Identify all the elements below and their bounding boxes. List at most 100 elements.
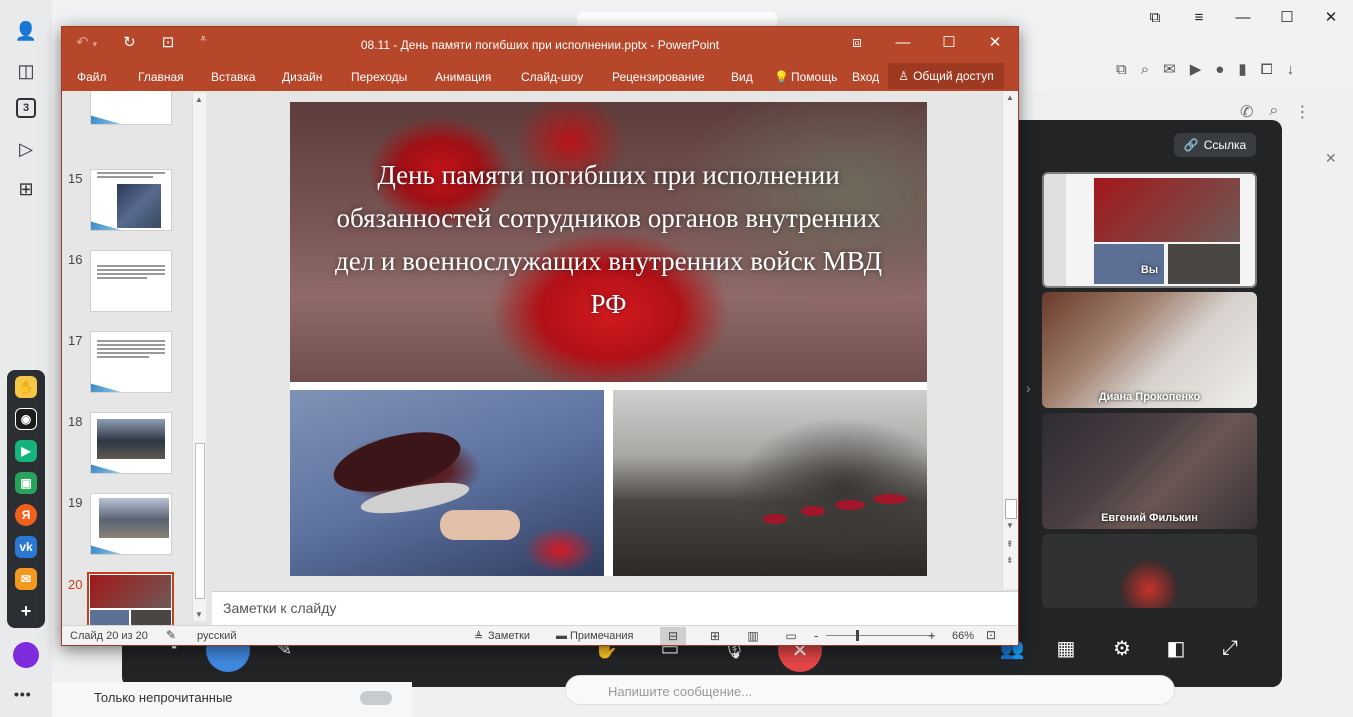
ribbon-display-icon[interactable]: ⧈ bbox=[834, 27, 880, 61]
minimize-button[interactable]: — bbox=[880, 27, 926, 61]
notes-toggle-button[interactable]: Заметки bbox=[488, 630, 530, 642]
tab-design[interactable]: Дизайн bbox=[282, 70, 322, 84]
slide-thumbnail-row[interactable]: 17 bbox=[62, 331, 210, 399]
language-indicator[interactable]: русский bbox=[197, 630, 236, 642]
participant-tile-evgeny[interactable]: Евгений Филькин bbox=[1042, 413, 1257, 529]
tab-file[interactable]: Файл bbox=[77, 70, 107, 84]
tab-insert[interactable]: Вставка bbox=[211, 70, 256, 84]
search-icon[interactable]: ⌕ bbox=[1141, 61, 1149, 78]
slide-scroll-thumb[interactable] bbox=[1005, 499, 1017, 519]
scroll-down-icon[interactable]: ▼ bbox=[195, 610, 203, 619]
zoom-level[interactable]: 66% bbox=[952, 630, 974, 642]
participant-tile-you[interactable]: Вы bbox=[1042, 172, 1257, 288]
thumbnails-scrollbar[interactable]: ▲ ▼ bbox=[192, 93, 206, 621]
sign-in-link[interactable]: Вход bbox=[852, 70, 879, 84]
tab-home[interactable]: Главная bbox=[138, 70, 184, 84]
participant-tile-diana[interactable]: Диана Прокопенко bbox=[1042, 292, 1257, 408]
slideshow-view-icon[interactable]: ▭ bbox=[778, 627, 804, 645]
participant-tile-avatar[interactable] bbox=[1042, 534, 1257, 608]
reading-view-icon[interactable]: ▥ bbox=[740, 627, 766, 645]
maximize-button[interactable]: ☐ bbox=[1265, 4, 1309, 32]
microphone-icon[interactable]: ● bbox=[1215, 61, 1224, 78]
comments-button[interactable]: Примечания bbox=[570, 630, 634, 642]
camera-icon[interactable]: ◫ bbox=[13, 58, 39, 84]
message-input[interactable]: Напишите сообщение... bbox=[565, 675, 1175, 705]
video-icon[interactable]: ▶ bbox=[1190, 60, 1202, 78]
tab-help[interactable]: Помощь bbox=[791, 70, 839, 84]
notes-app-icon[interactable]: ✋ bbox=[15, 376, 37, 398]
alice-assistant-icon[interactable] bbox=[13, 642, 39, 668]
more-icon[interactable]: ⋮ bbox=[1294, 102, 1310, 122]
tab-transitions[interactable]: Переходы bbox=[351, 70, 407, 84]
chevron-right-icon[interactable]: › bbox=[1026, 380, 1031, 396]
slide-thumbnail[interactable] bbox=[90, 169, 172, 231]
slide-thumbnail-row[interactable]: 16 bbox=[62, 250, 210, 318]
unread-filter-toggle[interactable] bbox=[360, 691, 392, 705]
slide-thumbnail-row[interactable]: 15 bbox=[62, 169, 210, 237]
person-icon[interactable]: 👤 bbox=[13, 18, 39, 44]
tab-slideshow[interactable]: Слайд-шоу bbox=[521, 70, 583, 84]
play-icon[interactable]: ▷ bbox=[13, 136, 39, 162]
slide-sorter-icon[interactable]: ⊞ bbox=[702, 627, 728, 645]
thumbnails-scroll-thumb[interactable] bbox=[195, 443, 205, 599]
alice-app-icon[interactable]: ◉ bbox=[15, 408, 37, 430]
gallery-icon[interactable]: ▣ bbox=[15, 472, 37, 494]
slide-thumbnail-row[interactable] bbox=[62, 91, 210, 131]
vk-icon[interactable]: vk bbox=[15, 536, 37, 558]
notifications-icon[interactable]: ✉ bbox=[1163, 60, 1176, 78]
slide-thumbnail[interactable] bbox=[90, 331, 172, 393]
tab-animations[interactable]: Анимация bbox=[435, 70, 491, 84]
slide-title[interactable]: День памяти погибших при исполнении обяз… bbox=[330, 154, 887, 326]
maximize-button[interactable]: ☐ bbox=[926, 27, 972, 61]
zoom-in-button[interactable]: + bbox=[928, 628, 936, 643]
slide-thumbnail-active[interactable] bbox=[87, 572, 174, 625]
collections-icon[interactable]: ⧠ bbox=[1261, 61, 1273, 78]
normal-view-icon[interactable]: ⊟ bbox=[660, 627, 686, 645]
grid-icon[interactable]: ▦ bbox=[1046, 628, 1086, 668]
more-icon[interactable]: ••• bbox=[14, 686, 32, 702]
bookmarks-icon[interactable]: ⧉ bbox=[1133, 4, 1177, 32]
slide-thumbnail-row-active[interactable]: 20 bbox=[62, 572, 210, 625]
slide-thumbnail[interactable] bbox=[90, 91, 172, 125]
three-icon[interactable]: 3 bbox=[16, 98, 36, 118]
zoom-out-button[interactable]: - bbox=[814, 628, 818, 643]
yandex-icon[interactable]: Я bbox=[15, 504, 37, 526]
picture-in-picture-icon[interactable]: ⧉ bbox=[1116, 61, 1127, 78]
close-button[interactable]: ✕ bbox=[972, 27, 1018, 61]
zoom-slider[interactable] bbox=[826, 635, 934, 636]
scroll-up-icon[interactable]: ▲ bbox=[1006, 93, 1014, 102]
slide-thumbnail[interactable] bbox=[90, 493, 172, 555]
menu-icon[interactable]: ≡ bbox=[1177, 4, 1221, 32]
minimize-button[interactable]: — bbox=[1221, 4, 1265, 32]
download-icon[interactable]: ↓ bbox=[1287, 61, 1295, 78]
slide-scrollbar[interactable]: ▲ ▼ ⇞ ⇟ bbox=[1002, 91, 1018, 589]
slide-thumbnail-row[interactable]: 18 bbox=[62, 412, 210, 480]
share-button[interactable]: ♙ Общий доступ bbox=[888, 63, 1004, 89]
fit-to-window-icon[interactable]: ⊡ bbox=[986, 628, 996, 642]
bookmark-icon[interactable]: ▮ bbox=[1238, 60, 1246, 78]
slide-thumbnail-row[interactable]: 19 bbox=[62, 493, 210, 561]
phone-icon[interactable]: ✆ bbox=[1240, 102, 1253, 122]
zoom-slider-thumb[interactable] bbox=[856, 630, 859, 641]
tab-review[interactable]: Рецензирование bbox=[612, 70, 705, 84]
close-icon[interactable]: ✕ bbox=[1325, 150, 1337, 167]
gear-icon[interactable]: ⚙ bbox=[1102, 628, 1142, 668]
play-store-icon[interactable]: ▶ bbox=[15, 440, 37, 462]
scroll-down-icon[interactable]: ▼ bbox=[1006, 521, 1014, 530]
next-slide-icon[interactable]: ⇟ bbox=[1006, 555, 1014, 566]
notes-pane[interactable]: Заметки к слайду bbox=[212, 591, 1018, 625]
slide-thumbnail[interactable] bbox=[90, 412, 172, 474]
apps-grid-icon[interactable]: ⊞ bbox=[13, 176, 39, 202]
layout-icon[interactable]: ◧ bbox=[1156, 628, 1196, 668]
spelling-icon[interactable]: ✎ bbox=[166, 628, 176, 642]
search-icon[interactable]: ⌕ bbox=[1269, 102, 1278, 122]
scroll-up-icon[interactable]: ▲ bbox=[195, 95, 203, 104]
fullscreen-icon[interactable]: ⤢ bbox=[1210, 628, 1250, 668]
current-slide[interactable]: День памяти погибших при исполнении обяз… bbox=[290, 102, 927, 576]
close-button[interactable]: ✕ bbox=[1309, 4, 1353, 32]
link-button[interactable]: 🔗 Ссылка bbox=[1174, 133, 1256, 157]
previous-slide-icon[interactable]: ⇞ bbox=[1006, 539, 1014, 550]
add-icon[interactable]: + bbox=[15, 600, 37, 622]
slide-thumbnail[interactable] bbox=[90, 250, 172, 312]
tab-view[interactable]: Вид bbox=[731, 70, 753, 84]
